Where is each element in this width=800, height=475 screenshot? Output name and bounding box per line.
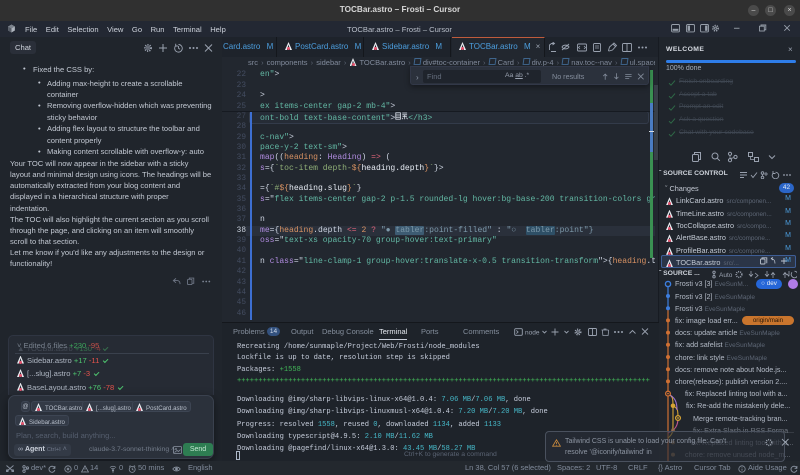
svg-text:node: node [525, 329, 540, 336]
svg-text:Auto: Auto [719, 272, 733, 279]
